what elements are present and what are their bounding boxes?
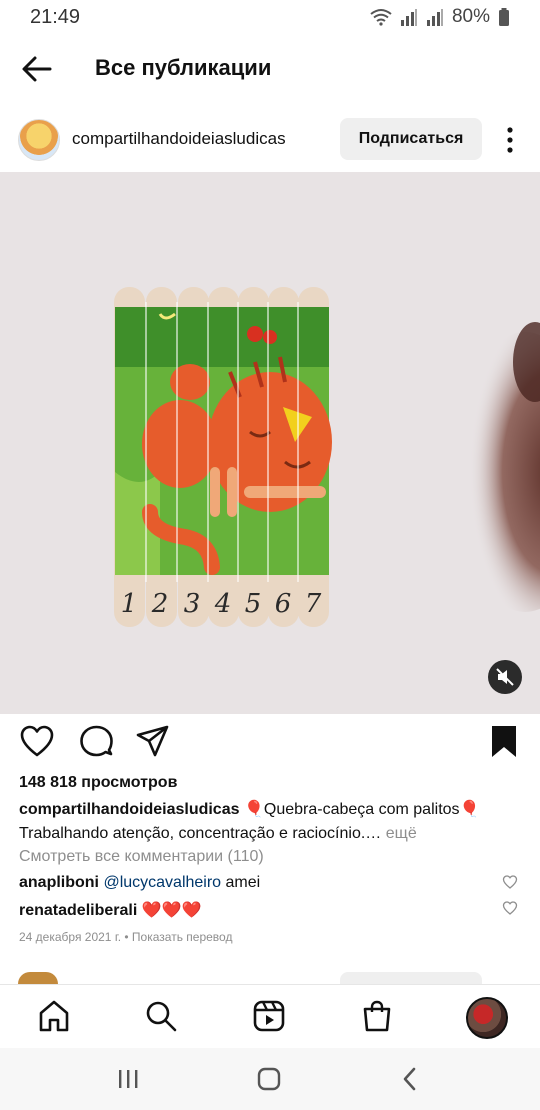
stick-number: 4 <box>214 589 232 619</box>
caption-username[interactable]: compartilhandoideiasludicas <box>19 801 240 818</box>
speaker-muted-icon <box>496 668 514 686</box>
bottom-navigation <box>0 984 540 1049</box>
home-icon[interactable] <box>37 999 71 1033</box>
status-icons: 80% <box>370 6 510 28</box>
battery-percent: 80% <box>451 6 490 27</box>
comment-row: anapliboni @lucycavalheiro amei <box>19 874 260 892</box>
home-button-icon[interactable] <box>254 1066 284 1092</box>
post-header: compartilhandoideiasludicas Подписаться <box>0 112 540 168</box>
mute-button[interactable] <box>488 660 522 694</box>
comment-row: renatadeliberali ❤️❤️❤️ <box>19 900 202 920</box>
post-media[interactable]: 1 2 3 4 5 6 7 <box>0 172 540 714</box>
profile-avatar[interactable] <box>466 997 508 1039</box>
puzzle-sticks-image: 1 2 3 4 5 6 7 <box>0 172 540 714</box>
recent-apps-icon[interactable] <box>114 1066 144 1092</box>
post-caption: compartilhandoideiasludicas 🎈Quebra-cabe… <box>19 798 499 846</box>
stick-number: 1 <box>121 589 138 619</box>
comment-username[interactable]: renatadeliberali <box>19 902 137 919</box>
stick-number: 6 <box>275 589 292 619</box>
battery-icon <box>499 8 509 26</box>
system-navigation-bar <box>0 1048 540 1110</box>
post-date-and-translate[interactable]: 24 декабря 2021 г. • Показать перевод <box>19 930 232 944</box>
wifi-icon <box>370 9 392 26</box>
views-count: 148 818 просмотров <box>19 774 178 791</box>
comment-icon[interactable] <box>78 722 114 762</box>
comment-text: amei <box>221 874 261 891</box>
status-time: 21:49 <box>30 6 81 28</box>
stick-number: 7 <box>305 589 322 619</box>
next-post-avatar[interactable] <box>18 972 58 984</box>
author-username[interactable]: compartilhandoideiasludicas <box>72 129 286 149</box>
signal-icon <box>400 9 417 26</box>
bookmark-saved-icon[interactable] <box>486 722 522 762</box>
comment-username[interactable]: anapliboni <box>19 874 99 891</box>
comment-like-heart-icon[interactable] <box>502 900 518 916</box>
like-heart-icon[interactable] <box>19 722 55 762</box>
comment-mention[interactable]: @lucycavalheiro <box>103 874 221 891</box>
caption-text-line1: 🎈Quebra-cabeça com palitos🎈 <box>243 801 480 818</box>
view-all-comments-link[interactable]: Смотреть все комментарии (110) <box>19 848 264 866</box>
caption-more-link[interactable]: ещё <box>386 825 417 842</box>
shop-bag-icon[interactable] <box>360 999 394 1033</box>
back-arrow-icon[interactable] <box>20 52 54 86</box>
comment-like-heart-icon[interactable] <box>502 874 518 890</box>
stick-number: 5 <box>245 589 262 619</box>
comment-text: ❤️❤️❤️ <box>137 902 202 919</box>
search-icon[interactable] <box>144 999 178 1033</box>
author-avatar[interactable] <box>18 119 60 161</box>
next-post-follow-button[interactable] <box>340 972 482 984</box>
stick-number: 2 <box>151 589 169 619</box>
more-options-icon[interactable] <box>500 124 520 156</box>
signal-icon-2 <box>426 9 443 26</box>
page-title: Все публикации <box>95 55 272 80</box>
share-send-icon[interactable] <box>135 722 171 762</box>
follow-button[interactable]: Подписаться <box>340 118 482 160</box>
post-actions <box>0 722 540 766</box>
caption-text-line2: Trabalhando atenção, concentração e raci… <box>19 825 382 842</box>
app-header: Все публикации <box>0 38 540 98</box>
stick-number: 3 <box>184 589 201 619</box>
status-bar: 21:49 80% <box>0 0 540 36</box>
reels-icon[interactable] <box>252 999 286 1033</box>
system-back-icon[interactable] <box>396 1066 426 1092</box>
